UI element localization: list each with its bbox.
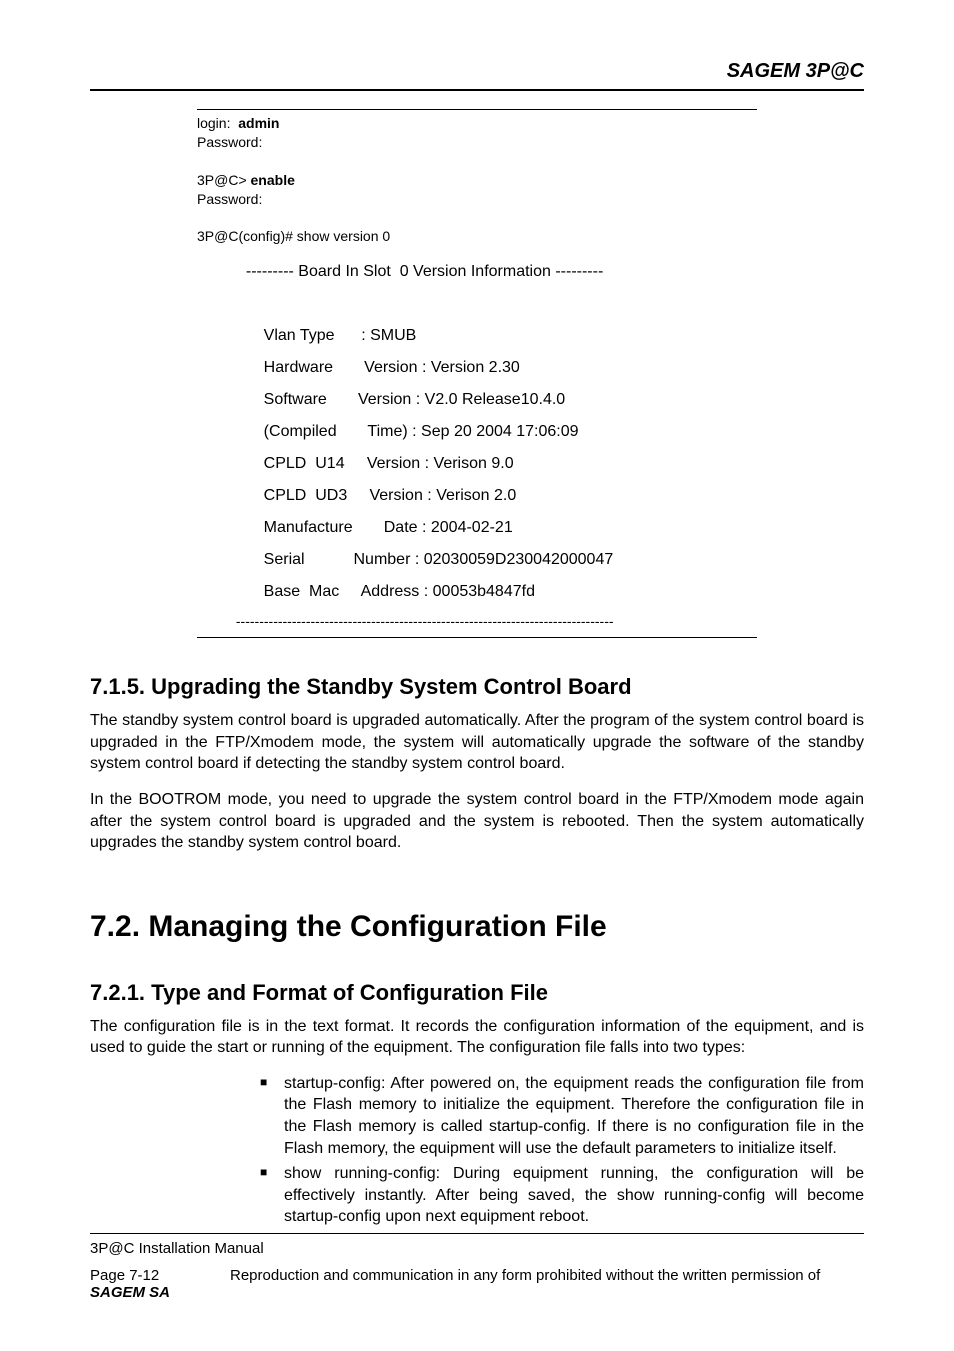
board-row: Base Mac Address : 00053b4847fd	[197, 576, 757, 608]
terminal-login-line: login: admin	[197, 114, 757, 133]
bullet-list: startup-config: After powered on, the eq…	[90, 1073, 864, 1228]
heading-managing-config: 7.2. Managing the Configuration File	[90, 910, 864, 944]
page-footer: 3P@C Installation Manual Page 7-12 SAGEM…	[90, 1233, 864, 1301]
terminal-block: login: admin Password: 3P@C> enable Pass…	[197, 109, 757, 638]
paragraph: In the BOOTROM mode, you need to upgrade…	[90, 789, 864, 854]
board-row: Hardware Version : Version 2.30	[197, 352, 757, 384]
paragraph: The standby system control board is upgr…	[90, 710, 864, 775]
terminal-show-version: 3P@C(config)# show version 0	[197, 227, 757, 246]
board-row: Software Version : V2.0 Release10.4.0	[197, 384, 757, 416]
heading-upgrading-standby: 7.1.5. Upgrading the Standby System Cont…	[90, 674, 864, 700]
footer-rights: Reproduction and communication in any fo…	[230, 1267, 864, 1301]
board-row: CPLD U14 Version : Verison 9.0	[197, 448, 757, 480]
terminal-enable-line: 3P@C> enable	[197, 171, 757, 190]
list-item: show running-config: During equipment ru…	[260, 1163, 864, 1228]
board-info: --------- Board In Slot 0 Version Inform…	[197, 256, 757, 608]
board-header: --------- Board In Slot 0 Version Inform…	[197, 256, 757, 288]
running-header: SAGEM 3P@C	[90, 60, 864, 83]
board-blank	[197, 288, 757, 320]
terminal-blank	[197, 152, 757, 171]
list-item: startup-config: After powered on, the eq…	[260, 1073, 864, 1159]
board-row: Vlan Type : SMUB	[197, 320, 757, 352]
footer-brand: SAGEM SA	[90, 1284, 230, 1301]
heading-type-format: 7.2.1. Type and Format of Configuration …	[90, 980, 864, 1006]
footer-page-number: Page 7-12	[90, 1267, 230, 1284]
terminal-dash-footer: ----------------------------------------…	[197, 612, 757, 631]
footer-manual-title: 3P@C Installation Manual	[90, 1240, 864, 1257]
terminal-password-1: Password:	[197, 133, 757, 152]
terminal-password-2: Password:	[197, 190, 757, 209]
board-row: Serial Number : 02030059D230042000047	[197, 544, 757, 576]
paragraph: The configuration file is in the text fo…	[90, 1016, 864, 1059]
board-row: Manufacture Date : 2004-02-21	[197, 512, 757, 544]
footer-rule	[90, 1233, 864, 1234]
terminal-blank2	[197, 208, 757, 227]
header-rule	[90, 89, 864, 91]
board-row: (Compiled Time) : Sep 20 2004 17:06:09	[197, 416, 757, 448]
board-row: CPLD UD3 Version : Verison 2.0	[197, 480, 757, 512]
